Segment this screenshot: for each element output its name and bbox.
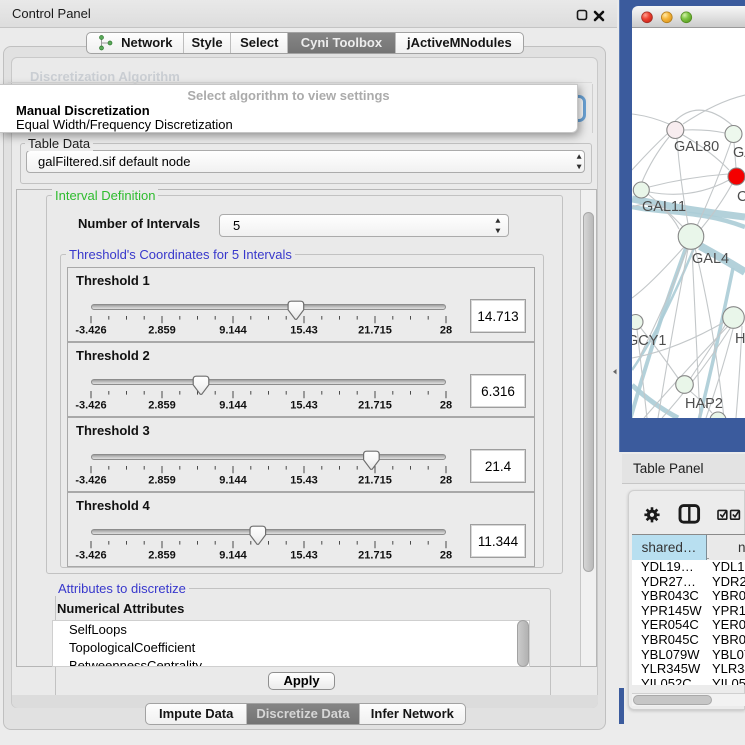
svg-text:H: H — [735, 331, 745, 347]
svg-text:HAP2: HAP2 — [685, 396, 723, 412]
svg-text:GAL4: GAL4 — [692, 251, 729, 267]
svg-text:GAL11: GAL11 — [642, 199, 686, 215]
svg-text:GCY1: GCY1 — [632, 333, 667, 349]
svg-text:C: C — [737, 189, 745, 205]
svg-text:GAL80: GAL80 — [674, 139, 719, 155]
svg-text:GA: GA — [733, 145, 745, 161]
